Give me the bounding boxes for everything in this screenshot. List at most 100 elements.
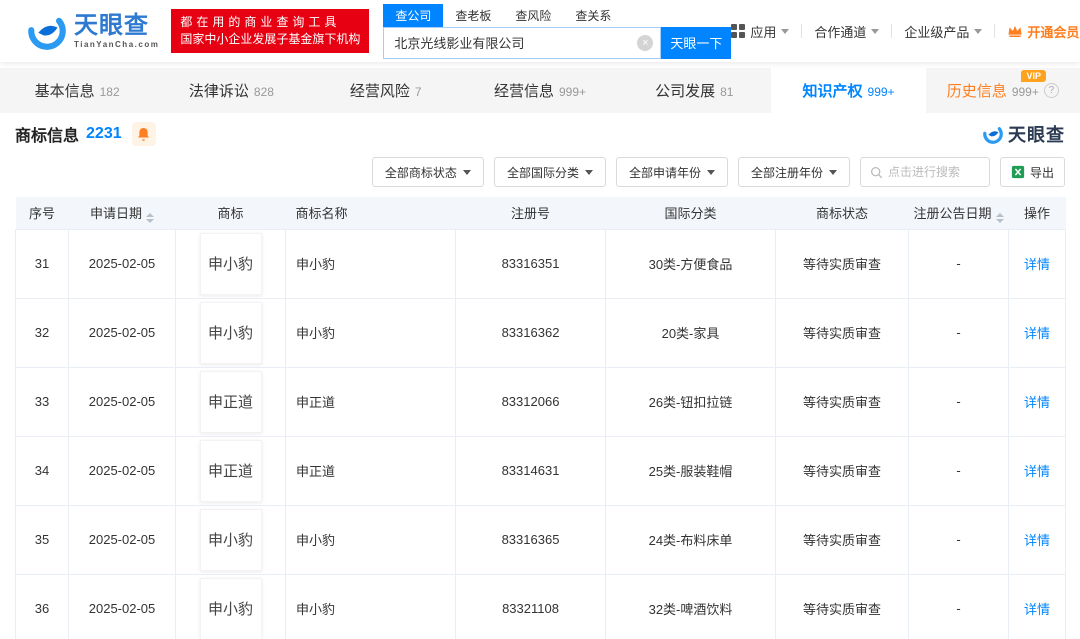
search-button[interactable]: 天眼一下 xyxy=(661,26,732,59)
chevron-down-icon xyxy=(781,28,790,34)
cell-mark-image: 申正道 xyxy=(175,366,286,437)
detail-link[interactable]: 详情 xyxy=(1024,395,1050,410)
table-search-input[interactable] xyxy=(887,165,980,179)
cell-action: 详情 xyxy=(1008,435,1066,506)
tab-count: 81 xyxy=(720,84,734,99)
cell-mark-name: 申小豹 xyxy=(285,297,456,368)
trademark-image[interactable]: 申正道 xyxy=(199,370,262,433)
export-button[interactable]: 导出 xyxy=(999,157,1065,187)
cell-apply-date: 2025-02-05 xyxy=(68,504,176,575)
cell-status: 等待实质审查 xyxy=(775,366,909,437)
tab-history-info[interactable]: VIP 历史信息 999+ ? xyxy=(926,68,1080,113)
detail-link[interactable]: 详情 xyxy=(1024,533,1050,548)
tab-count: 999+ xyxy=(1011,84,1039,99)
logo-subtitle: TianYanCha.com xyxy=(74,39,160,49)
search-tab-company[interactable]: 查公司 xyxy=(383,3,444,27)
cell-reg-number: 83312066 xyxy=(455,366,606,437)
cell-mark-image: 申小豹 xyxy=(175,573,286,639)
cell-mark-image: 申小豹 xyxy=(175,504,286,575)
cell-reg-number: 83314631 xyxy=(455,435,606,506)
search-tab-relation[interactable]: 查关系 xyxy=(563,4,623,27)
cell-publish-date: - xyxy=(908,504,1009,575)
search-icon xyxy=(870,166,883,178)
filter-trademark-status[interactable]: 全部商标状态 xyxy=(371,157,484,187)
col-publish-date-sort[interactable]: 注册公告日期 xyxy=(908,197,1009,229)
cell-status: 等待实质审查 xyxy=(775,573,909,639)
subscribe-bell-button[interactable] xyxy=(131,122,156,146)
cell-action: 详情 xyxy=(1008,573,1066,639)
tab-legal[interactable]: 法律诉讼 828 xyxy=(154,68,308,113)
tab-label: 法律诉讼 xyxy=(188,83,249,100)
cell-mark-name: 申正道 xyxy=(285,435,456,506)
col-intl-class: 国际分类 xyxy=(605,197,776,229)
cell-publish-date: - xyxy=(908,573,1009,639)
trademark-image[interactable]: 申小豹 xyxy=(199,508,262,571)
menu-partner[interactable]: 合作通道 xyxy=(814,22,880,41)
detail-link[interactable]: 详情 xyxy=(1024,257,1050,272)
filter-intl-class[interactable]: 全部国际分类 xyxy=(493,157,606,187)
menu-enterprise[interactable]: 企业级产品 xyxy=(904,22,983,41)
divider xyxy=(801,24,803,38)
tianyancha-logo[interactable]: 天眼查 TianYanCha.com xyxy=(26,10,159,52)
excel-icon xyxy=(1011,165,1025,179)
section-header: 商标信息 2231 天眼查 xyxy=(15,113,1065,155)
chevron-down-icon xyxy=(871,28,880,34)
cell-apply-date: 2025-02-05 xyxy=(68,366,176,437)
table-row: 36 2025-02-05 申小豹 申小豹 83321108 32类-啤酒饮料 … xyxy=(15,573,1066,639)
menu-apps[interactable]: 应用 xyxy=(731,22,790,41)
tab-label: 基本信息 xyxy=(34,83,95,100)
search-tab-risk[interactable]: 查风险 xyxy=(503,4,563,27)
cell-intl-class: 25类-服装鞋帽 xyxy=(605,435,776,506)
tab-label: 公司发展 xyxy=(655,83,716,100)
alarm-bell-icon xyxy=(138,127,150,141)
table-row: 31 2025-02-05 申小豹 申小豹 83316351 30类-方便食品 … xyxy=(15,228,1066,299)
sort-icon xyxy=(995,212,1004,223)
cell-action: 详情 xyxy=(1008,366,1066,437)
tab-operation-risk[interactable]: 经营风险 7 xyxy=(309,68,463,113)
trademark-image[interactable]: 申正道 xyxy=(199,439,262,502)
detail-link[interactable]: 详情 xyxy=(1024,326,1050,341)
search-row: × 天眼一下 xyxy=(383,26,732,59)
detail-link[interactable]: 详情 xyxy=(1024,602,1050,617)
logo-title: 天眼查 xyxy=(74,11,149,39)
trademark-image[interactable]: 申小豹 xyxy=(199,577,262,639)
search-tab-boss[interactable]: 查老板 xyxy=(443,4,503,27)
tab-company-development[interactable]: 公司发展 81 xyxy=(617,68,771,113)
filter-register-year[interactable]: 全部注册年份 xyxy=(737,157,850,187)
cell-status: 等待实质审查 xyxy=(775,504,909,575)
cell-index: 32 xyxy=(15,297,69,368)
menu-vip[interactable]: 开通会员 xyxy=(1007,22,1080,41)
tab-label: 经营风险 xyxy=(349,83,410,100)
chevron-down-icon xyxy=(828,169,837,175)
trademark-image[interactable]: 申小豹 xyxy=(199,301,262,364)
crown-icon xyxy=(1008,25,1022,37)
tab-intellectual-property[interactable]: 知识产权 999+ xyxy=(771,68,926,113)
help-icon[interactable]: ? xyxy=(1043,83,1059,98)
search-input[interactable] xyxy=(383,26,662,59)
cell-index: 31 xyxy=(15,228,69,299)
cell-apply-date: 2025-02-05 xyxy=(68,435,176,506)
menu-apps-label: 应用 xyxy=(750,24,777,40)
cell-reg-number: 83316362 xyxy=(455,297,606,368)
col-mark-name: 商标名称 xyxy=(285,197,456,229)
col-apply-date-sort[interactable]: 申请日期 xyxy=(68,197,176,229)
tab-count: 828 xyxy=(253,84,274,99)
search-tabs: 查公司 查老板 查风险 查关系 xyxy=(383,3,731,27)
tab-basic-info[interactable]: 基本信息 182 xyxy=(0,68,154,113)
promo-banner: 都在用的商业查询工具 国家中小企业发展子基金旗下机构 xyxy=(171,9,370,53)
cell-apply-date: 2025-02-05 xyxy=(68,228,176,299)
trademark-image[interactable]: 申小豹 xyxy=(199,232,262,295)
detail-link[interactable]: 详情 xyxy=(1024,464,1050,479)
filter-apply-year[interactable]: 全部申请年份 xyxy=(615,157,728,187)
cell-intl-class: 24类-布料床单 xyxy=(605,504,776,575)
divider xyxy=(994,24,996,38)
promo-line1: 都在用的商业查询工具 xyxy=(180,15,341,29)
chevron-down-icon xyxy=(706,169,715,175)
clear-icon[interactable]: × xyxy=(637,34,654,51)
cell-intl-class: 32类-啤酒饮料 xyxy=(605,573,776,639)
cell-publish-date: - xyxy=(908,297,1009,368)
menu-enterprise-label: 企业级产品 xyxy=(904,24,970,40)
cell-mark-image: 申正道 xyxy=(175,435,286,506)
tab-operation-info[interactable]: 经营信息 999+ xyxy=(463,68,617,113)
filter-label: 全部国际分类 xyxy=(506,165,579,180)
